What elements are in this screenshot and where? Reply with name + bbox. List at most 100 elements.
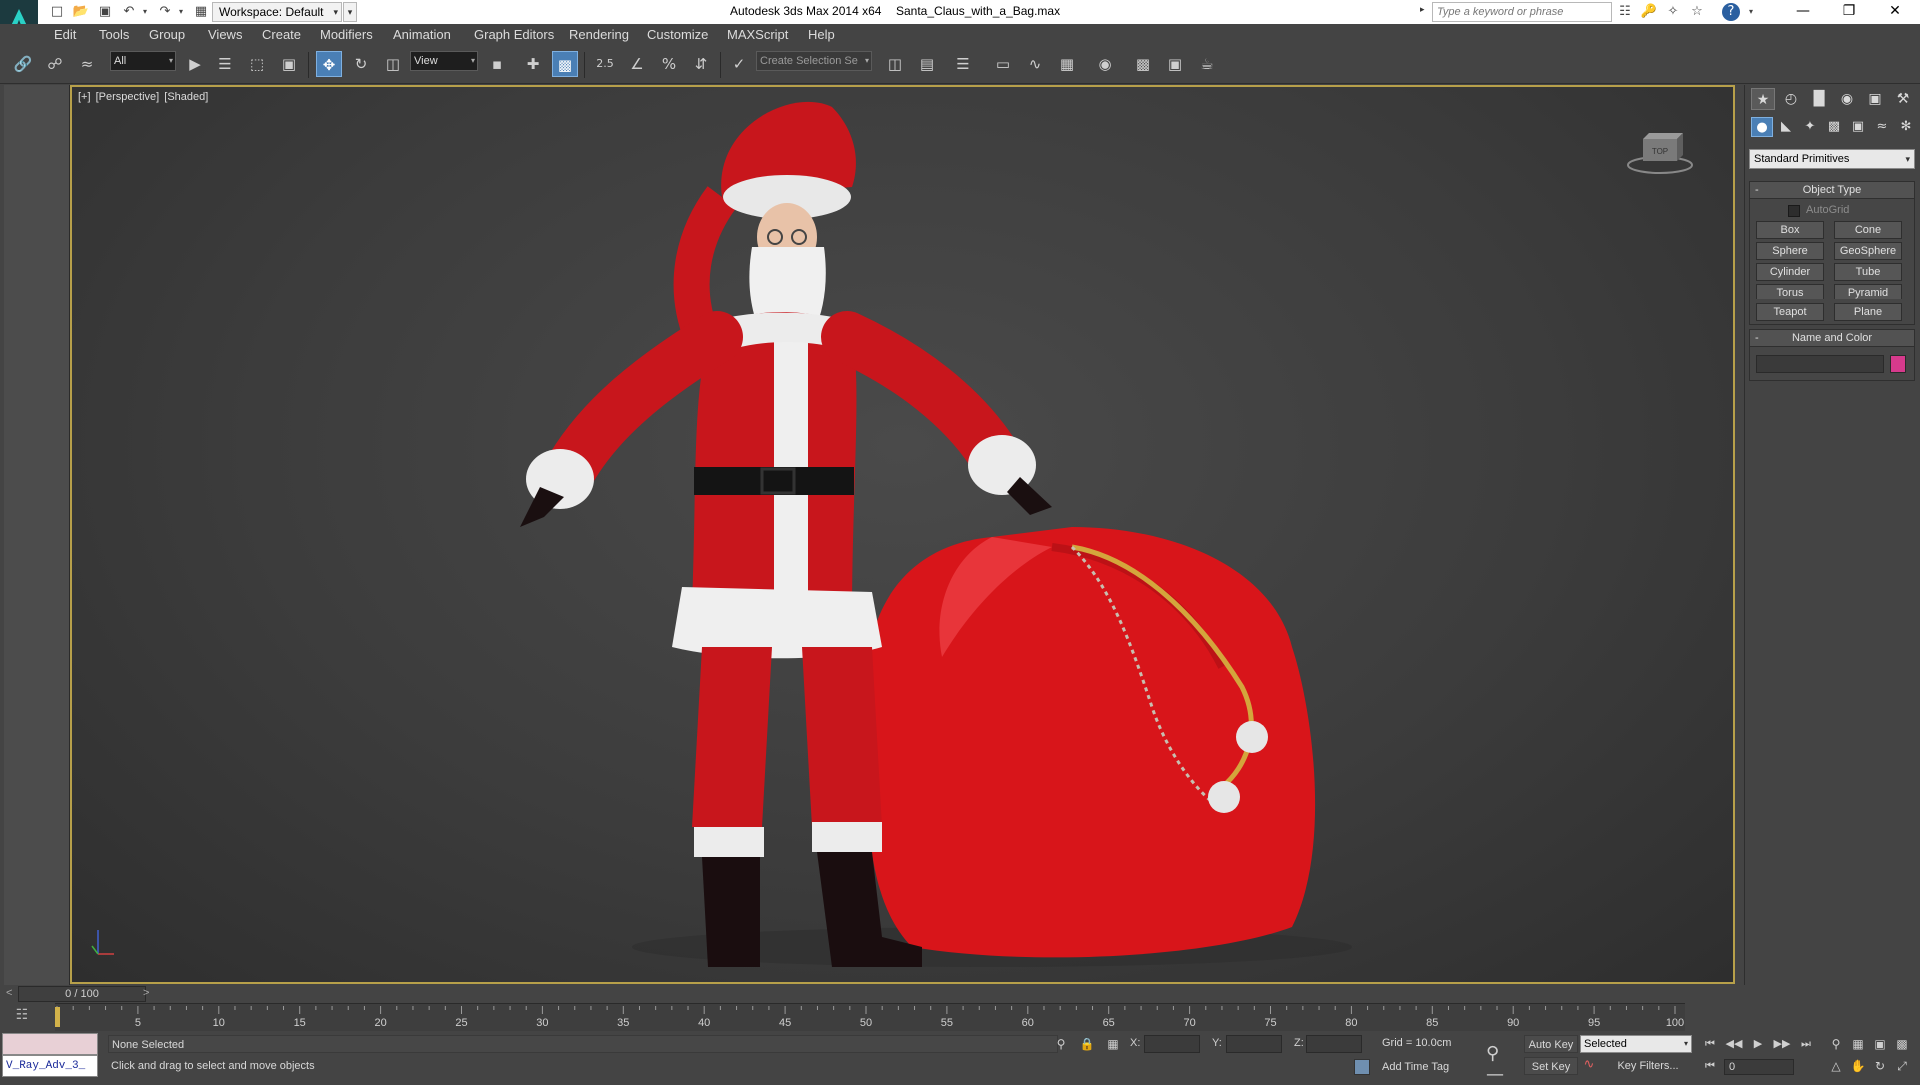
align-icon[interactable]: ▤	[914, 51, 940, 77]
key-filters-button[interactable]: Key Filters...	[1604, 1057, 1692, 1075]
set-key-button[interactable]: Set Key	[1524, 1057, 1578, 1075]
previous-frame-icon[interactable]: ◀◀	[1724, 1035, 1744, 1053]
menu-modifiers[interactable]: Modifiers	[320, 27, 373, 42]
shapes-category-icon[interactable]: ◣	[1775, 117, 1797, 137]
plane-button[interactable]: Plane	[1834, 303, 1902, 321]
object-type-rollout-header[interactable]: - Object Type	[1749, 181, 1915, 199]
maxscript-listener-input[interactable]: V_Ray_Adv_3_	[2, 1055, 98, 1077]
motion-panel-tab-icon[interactable]: ◉	[1835, 88, 1859, 110]
project-folder-icon[interactable]: ▦	[192, 3, 210, 21]
angle-snap-toggle-icon[interactable]: ∠	[624, 51, 650, 77]
menu-rendering[interactable]: Rendering	[569, 27, 629, 42]
named-selection-sets-dropdown[interactable]: Create Selection Se ▾	[756, 51, 872, 71]
current-frame-field[interactable]: 0	[1724, 1059, 1794, 1075]
maxscript-listener-output[interactable]	[2, 1033, 98, 1055]
geosphere-button[interactable]: GeoSphere	[1834, 242, 1902, 260]
box-button[interactable]: Box	[1756, 221, 1824, 239]
display-panel-tab-icon[interactable]: ▣	[1863, 88, 1887, 110]
maximize-viewport-icon[interactable]: ⤢	[1892, 1057, 1912, 1075]
help-icon[interactable]: ?	[1722, 3, 1740, 21]
viewport-label-menu[interactable]: [+] [Perspective] [Shaded]	[78, 91, 210, 103]
zoom-extents-icon[interactable]: ▣	[1870, 1035, 1890, 1053]
auto-key-button[interactable]: Auto Key	[1524, 1035, 1578, 1053]
go-to-start-icon[interactable]: ⏮	[1700, 1035, 1720, 1053]
select-by-name-icon[interactable]: ☰	[212, 51, 238, 77]
keyboard-shortcut-override-icon[interactable]: ▩	[552, 51, 578, 77]
cylinder-button[interactable]: Cylinder	[1756, 263, 1824, 281]
new-file-icon[interactable]: □	[48, 3, 66, 21]
mirror-icon[interactable]: ◫	[882, 51, 908, 77]
infocenter-search-input[interactable]: Type a keyword or phrase	[1432, 2, 1612, 22]
time-slider-thumb[interactable]: 0 / 100	[18, 986, 146, 1002]
redo-dropdown-icon[interactable]: ▾	[172, 3, 190, 21]
name-and-color-rollout-header[interactable]: - Name and Color	[1749, 329, 1915, 347]
window-crossing-icon[interactable]: ▣	[276, 51, 302, 77]
select-and-manipulate-icon[interactable]: ✚	[520, 51, 546, 77]
viewcube[interactable]: TOP	[1625, 127, 1695, 177]
zoom-icon[interactable]: ⚲	[1826, 1035, 1846, 1053]
infocenter-search-icon[interactable]: ☷	[1616, 3, 1634, 21]
set-key-icon[interactable]: ⚲—	[1486, 1043, 1516, 1085]
workspace-dropdown[interactable]: Workspace: Default ▾	[212, 2, 342, 22]
key-mode-dropdown[interactable]: Selected ▾	[1580, 1035, 1692, 1053]
scene-render[interactable]	[432, 87, 1372, 982]
teapot-button[interactable]: Teapot	[1756, 303, 1824, 321]
percent-snap-toggle-icon[interactable]: %	[656, 51, 682, 77]
help-dropdown-icon[interactable]: ▾	[1742, 3, 1760, 21]
viewport-point-of-view-menu[interactable]: [Perspective]	[96, 91, 160, 103]
curve-editor-icon[interactable]: ∿	[1022, 51, 1048, 77]
helpers-category-icon[interactable]: ▣	[1847, 117, 1869, 137]
perspective-viewport[interactable]: [+] [Perspective] [Shaded] TOP	[70, 85, 1735, 984]
object-category-dropdown[interactable]: Standard Primitives ▾	[1749, 149, 1915, 169]
geometry-category-icon[interactable]: ●	[1751, 117, 1773, 137]
menu-help[interactable]: Help	[808, 27, 835, 42]
go-to-end-icon[interactable]: ⏭	[1796, 1035, 1816, 1053]
object-color-swatch[interactable]	[1890, 355, 1906, 373]
schematic-view-icon[interactable]: ▦	[1054, 51, 1080, 77]
utilities-panel-tab-icon[interactable]: ⚒	[1891, 88, 1915, 110]
spinner-snap-toggle-icon[interactable]: ⇵	[688, 51, 714, 77]
field-of-view-icon[interactable]: △	[1826, 1057, 1846, 1075]
selection-lock-icon[interactable]: 🔒	[1078, 1035, 1096, 1053]
next-frame-icon[interactable]: ▶▶	[1772, 1035, 1792, 1053]
search-toggle-icon[interactable]: ▸	[1420, 4, 1430, 20]
menu-create[interactable]: Create	[262, 27, 301, 42]
snaps-toggle-icon[interactable]: 2.5	[592, 51, 618, 77]
current-frame-marker[interactable]	[55, 1007, 60, 1027]
unlink-selection-icon[interactable]: ☍	[42, 51, 68, 77]
z-coordinate-field[interactable]	[1306, 1035, 1362, 1053]
add-time-tag-icon[interactable]	[1354, 1059, 1370, 1075]
menu-edit[interactable]: Edit	[54, 27, 76, 42]
render-setup-icon[interactable]: ▩	[1130, 51, 1156, 77]
menu-customize[interactable]: Customize	[647, 27, 708, 42]
reference-coordinate-dropdown[interactable]: View ▾	[410, 51, 478, 71]
sphere-button[interactable]: Sphere	[1756, 242, 1824, 260]
object-name-field[interactable]	[1756, 355, 1884, 373]
tube-button[interactable]: Tube	[1834, 263, 1902, 281]
create-panel-tab-icon[interactable]: ★	[1751, 88, 1775, 110]
zoom-all-icon[interactable]: ▦	[1848, 1035, 1868, 1053]
cameras-category-icon[interactable]: ▩	[1823, 117, 1845, 137]
undo-dropdown-icon[interactable]: ▾	[136, 3, 154, 21]
menu-maxscript[interactable]: MAXScript	[727, 27, 788, 42]
graphite-modeling-tools-icon[interactable]: ▭	[990, 51, 1016, 77]
cone-button[interactable]: Cone	[1834, 221, 1902, 239]
x-coordinate-field[interactable]	[1144, 1035, 1200, 1053]
add-time-tag-button[interactable]: Add Time Tag	[1382, 1061, 1449, 1073]
space-warps-category-icon[interactable]: ≈	[1871, 117, 1893, 137]
zoom-extents-all-icon[interactable]: ▩	[1892, 1035, 1912, 1053]
open-file-icon[interactable]: 📂	[72, 3, 90, 21]
select-and-rotate-icon[interactable]: ↻	[348, 51, 374, 77]
systems-category-icon[interactable]: ✻	[1895, 117, 1917, 137]
viewport-general-menu[interactable]: [+]	[78, 91, 91, 103]
select-object-icon[interactable]: ▶	[182, 51, 208, 77]
isolate-selection-icon[interactable]: ⚲	[1052, 1035, 1070, 1053]
time-slider-next-button[interactable]: >	[143, 987, 149, 999]
mini-curve-editor-icon[interactable]: ☷	[10, 1007, 34, 1027]
bind-to-space-warp-icon[interactable]: ≈	[74, 51, 100, 77]
orbit-icon[interactable]: ↻	[1870, 1057, 1890, 1075]
lights-category-icon[interactable]: ✦	[1799, 117, 1821, 137]
menu-group[interactable]: Group	[149, 27, 185, 42]
favorites-star-icon[interactable]: ☆	[1688, 3, 1706, 21]
key-mode-toggle-icon[interactable]: ⏮	[1700, 1057, 1720, 1075]
